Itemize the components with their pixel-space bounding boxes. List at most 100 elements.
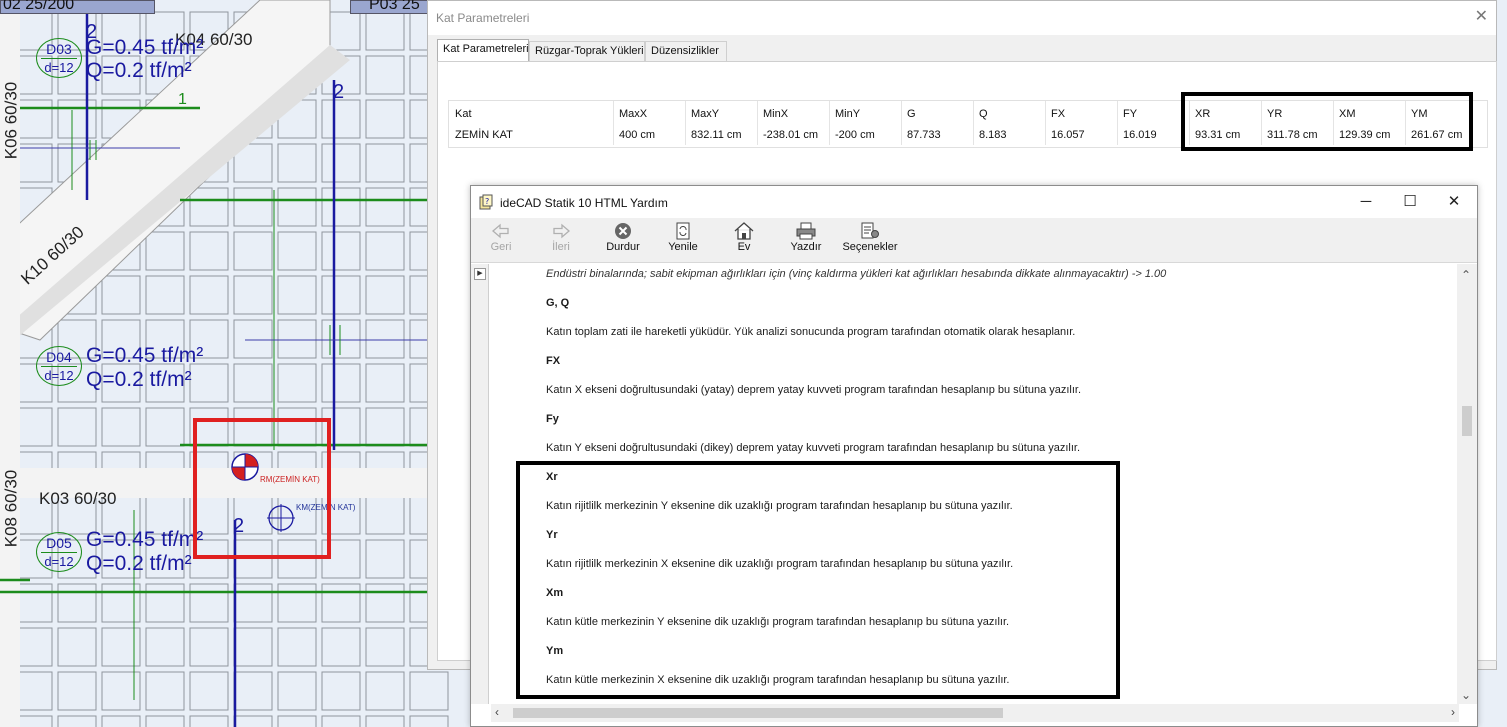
grid-cell[interactable]: ZEMİN KAT (455, 129, 513, 141)
grid-cell[interactable]: 87.733 (907, 129, 941, 141)
minimize-icon[interactable]: ─ (1351, 192, 1381, 212)
dialog-title: Kat Parametreleri (436, 11, 530, 25)
help-nav-pane[interactable]: ▶ (471, 264, 489, 704)
help-heading: Ym (546, 645, 564, 657)
help-paragraph: Katın Y ekseni doğrultusundaki (dikey) d… (546, 442, 1081, 454)
scroll-thumb[interactable] (1462, 406, 1472, 436)
grid-header-fx[interactable]: FX (1051, 108, 1065, 120)
grid-header-q[interactable]: Q (979, 108, 988, 120)
help-toolbar: Geri İleri Durdur Yenile Ev Yazdır Seçen… (471, 218, 1477, 263)
grid-header-g[interactable]: G (907, 108, 916, 120)
grid-cell[interactable]: -200 cm (835, 129, 875, 141)
grid-column-separator (973, 101, 974, 145)
help-content: Endüstri binalarında; sabit ekipman ağır… (491, 264, 1459, 704)
help-vscroll[interactable]: ⌃ ⌄ (1457, 264, 1477, 704)
grid-cell[interactable]: 16.019 (1123, 129, 1157, 141)
help-hscroll[interactable]: ‹ › (491, 704, 1459, 722)
scroll-down-icon[interactable]: ⌄ (1461, 688, 1471, 702)
maximize-icon[interactable]: ☐ (1395, 192, 1425, 212)
tab-kat-parametreleri[interactable]: Kat Parametreleri (437, 39, 529, 61)
help-title: ideCAD Statik 10 HTML Yardım (500, 196, 668, 210)
scroll-left-icon[interactable]: ‹ (495, 705, 499, 719)
home-icon (734, 222, 754, 240)
options-button[interactable]: Seçenekler (842, 220, 898, 260)
help-paragraph: Katın kütle merkezinin Y eksenine dik uz… (546, 616, 1010, 628)
grid-cell[interactable]: 93.31 cm (1195, 129, 1240, 141)
slab-thickness: d=12 (41, 58, 77, 77)
grid-column-separator (613, 101, 614, 145)
grid-header-maxy[interactable]: MaxY (691, 108, 719, 120)
help-heading: Yr (546, 529, 558, 541)
dialog-titlebar: Kat Parametreleri (428, 1, 1496, 35)
grid-header-xr[interactable]: XR (1195, 108, 1210, 120)
axis-label: 2 (86, 21, 98, 43)
grid-header-kat[interactable]: Kat (455, 108, 472, 120)
km-label: KM(ZEMİN KAT) (296, 503, 356, 512)
tab-ruzgar-toprak[interactable]: Rüzgar-Toprak Yükleri (529, 41, 645, 61)
refresh-icon (676, 222, 690, 240)
slab-g-load: G=0.45 tf/m² (86, 528, 204, 551)
slab-q-load: Q=0.2 tf/m² (86, 552, 192, 575)
grid-cell[interactable]: 832.11 cm (691, 129, 742, 141)
grid-column-separator (1261, 101, 1262, 145)
beam-label-k06: K06 60/30 (1, 81, 21, 160)
options-icon (861, 222, 879, 239)
grid-header-minx[interactable]: MinX (763, 108, 788, 120)
print-button[interactable]: Yazdır (781, 220, 831, 260)
tab-duzensizlikler[interactable]: Düzensizlikler (645, 41, 727, 61)
grid-cell[interactable]: 261.67 cm (1411, 129, 1462, 141)
grid-column-separator (1333, 101, 1334, 145)
grid-label: 1 (178, 91, 187, 108)
grid-header-xm[interactable]: XM (1339, 108, 1356, 120)
refresh-button[interactable]: Yenile (658, 220, 708, 260)
grid-header-ym[interactable]: YM (1411, 108, 1428, 120)
hscroll-thumb[interactable] (513, 708, 1003, 718)
slab-thickness: d=12 (41, 552, 77, 571)
slab-badge-d04[interactable]: D04 d=12 (36, 346, 82, 386)
grid-column-separator (829, 101, 830, 145)
beam-label-k03: K03 60/30 (39, 489, 117, 508)
grid-header-miny[interactable]: MinY (835, 108, 860, 120)
slab-g-load: G=0.45 tf/m² (86, 344, 204, 367)
slab-thickness: d=12 (41, 366, 77, 385)
close-icon[interactable]: ✕ (1439, 192, 1469, 212)
grid-cell[interactable]: 400 cm (619, 129, 655, 141)
grid-cell[interactable]: -238.01 cm (763, 129, 818, 141)
axis-label: 2 (333, 81, 345, 103)
scroll-up-icon[interactable]: ⌃ (1461, 268, 1471, 282)
back-button[interactable]: Geri (476, 220, 526, 260)
help-titlebar: ? ideCAD Statik 10 HTML Yardım ─ ☐ ✕ (471, 186, 1477, 218)
top-label-1: 02 25/200 (3, 0, 75, 13)
help-paragraph: Katın rijitlilk merkezinin Y eksenine di… (546, 500, 1013, 512)
forward-button[interactable]: İleri (536, 220, 586, 260)
grid-cell[interactable]: 311.78 cm (1267, 129, 1318, 141)
axis-label: 2 (233, 515, 245, 537)
svg-text:?: ? (485, 197, 489, 206)
scroll-right-icon[interactable]: › (1451, 705, 1455, 719)
grid-cell[interactable]: 129.39 cm (1339, 129, 1390, 141)
grid-header-maxx[interactable]: MaxX (619, 108, 647, 120)
help-heading: Xr (546, 471, 558, 483)
slab-id: D05 (46, 535, 72, 551)
help-heading: Xm (546, 587, 564, 599)
help-paragraph: Katın toplam zati ile hareketli yükü‌dür… (546, 326, 1076, 338)
print-icon (796, 222, 816, 240)
slab-q-load: Q=0.2 tf/m² (86, 368, 192, 391)
help-heading: FX (546, 355, 561, 367)
help-app-icon: ? (479, 194, 493, 210)
top-label-box-2: P03 25 (350, 0, 432, 14)
grid-column-separator (1117, 101, 1118, 145)
grid-cell[interactable]: 16.057 (1051, 129, 1085, 141)
grid-cell[interactable]: 8.183 (979, 129, 1007, 141)
grid-header-fy[interactable]: FY (1123, 108, 1137, 120)
home-button[interactable]: Ev (719, 220, 769, 260)
top-label-2: P03 25 (369, 0, 420, 13)
close-icon[interactable]: ✕ (1475, 7, 1488, 27)
stop-button[interactable]: Durdur (598, 220, 648, 260)
kat-grid[interactable]: Kat ZEMİN KAT MaxX 400 cm MaxY 832.11 cm MinX -… (448, 100, 1488, 148)
slab-id: D03 (46, 41, 72, 57)
slab-badge-d03[interactable]: D03 d=12 (36, 38, 82, 78)
grid-header-yr[interactable]: YR (1267, 108, 1282, 120)
expand-arrow-icon[interactable]: ▶ (474, 268, 486, 280)
slab-badge-d05[interactable]: D05 d=12 (36, 532, 82, 572)
